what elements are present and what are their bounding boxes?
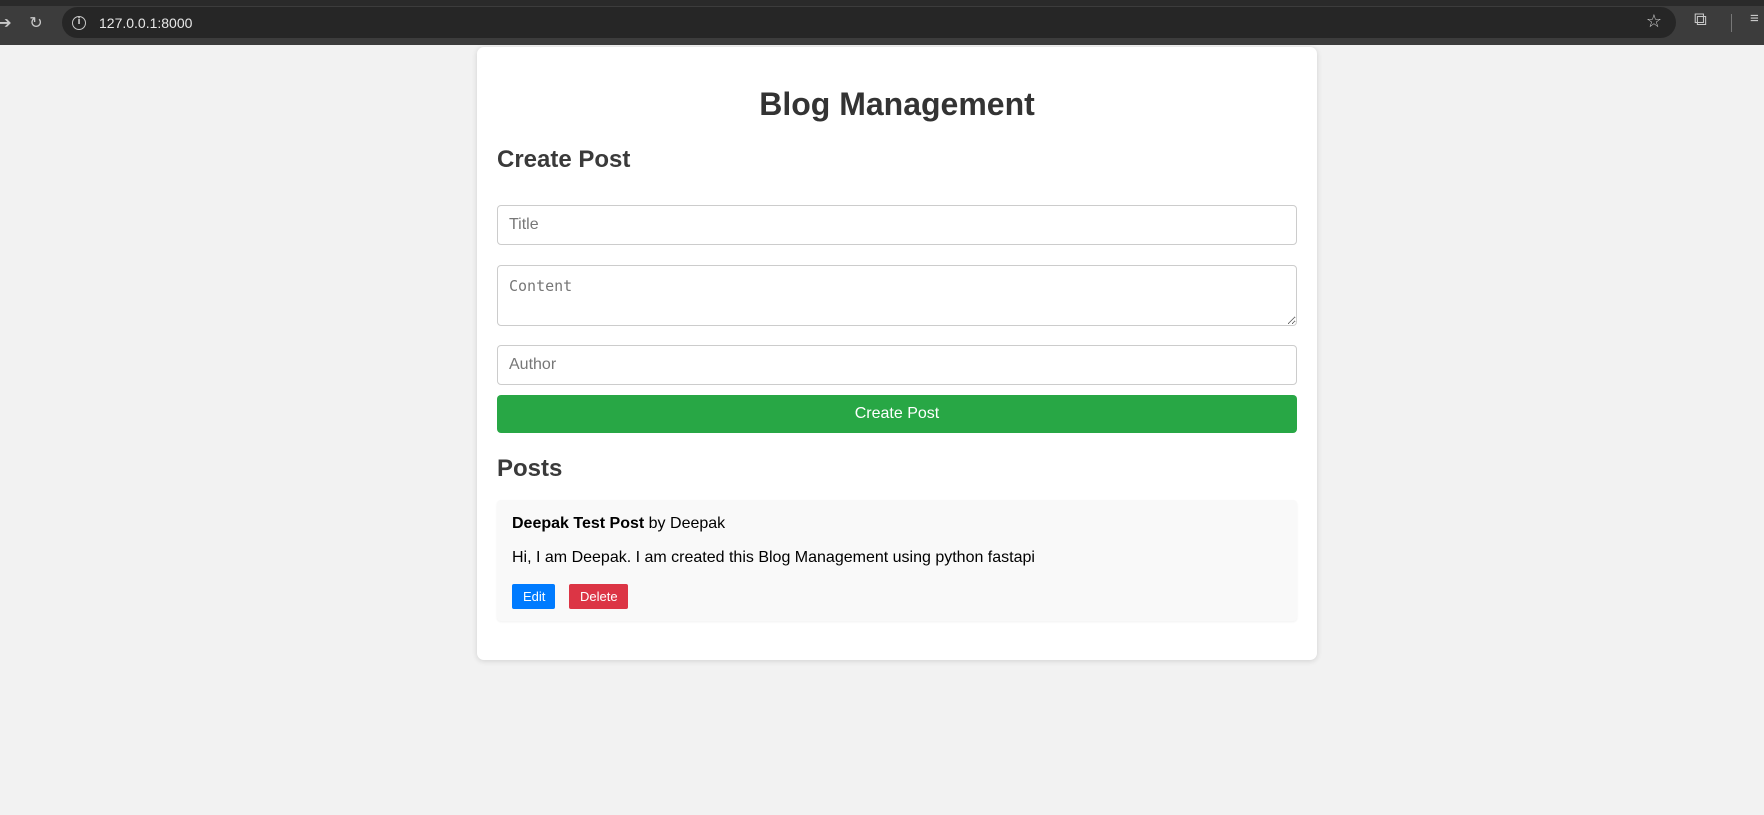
- url-text[interactable]: 127.0.0.1:8000: [99, 15, 192, 31]
- puzzle-icon[interactable]: ⧉: [1694, 9, 1707, 30]
- back-arrow-icon[interactable]: ➔: [0, 11, 18, 37]
- star-icon[interactable]: ☆: [1646, 11, 1662, 32]
- reload-icon[interactable]: ↻: [23, 11, 49, 37]
- content-textarea[interactable]: [497, 265, 1297, 326]
- address-bar[interactable]: i 127.0.0.1:8000 ☆: [62, 7, 1676, 38]
- edit-button[interactable]: Edit: [512, 584, 555, 609]
- menu-icon[interactable]: ≡: [1750, 10, 1759, 27]
- post-author: Deepak: [670, 515, 726, 532]
- tab-strip: [0, 0, 1764, 6]
- page-title: Blog Management: [759, 86, 1035, 122]
- title-input[interactable]: [497, 205, 1297, 245]
- author-input[interactable]: [497, 345, 1297, 385]
- post-by-label: by: [648, 515, 666, 532]
- main-card: Blog Management Create Post Create Post …: [477, 47, 1317, 660]
- post-item: Deepak Test Post by Deepak Hi, I am Deep…: [497, 500, 1297, 621]
- toolbar-divider: [1731, 14, 1732, 32]
- post-heading: Deepak Test Post by Deepak: [512, 515, 725, 533]
- create-post-heading: Create Post: [497, 146, 631, 173]
- post-content: Hi, I am Deepak. I am created this Blog …: [512, 549, 1035, 566]
- delete-button[interactable]: Delete: [569, 584, 628, 609]
- browser-toolbar: ➔ ↻ i 127.0.0.1:8000 ☆ ⧉ ≡: [0, 0, 1764, 45]
- site-info-icon[interactable]: i: [72, 16, 86, 30]
- posts-heading: Posts: [497, 455, 563, 482]
- post-title: Deepak Test Post: [512, 515, 645, 532]
- create-post-button[interactable]: Create Post: [497, 395, 1297, 433]
